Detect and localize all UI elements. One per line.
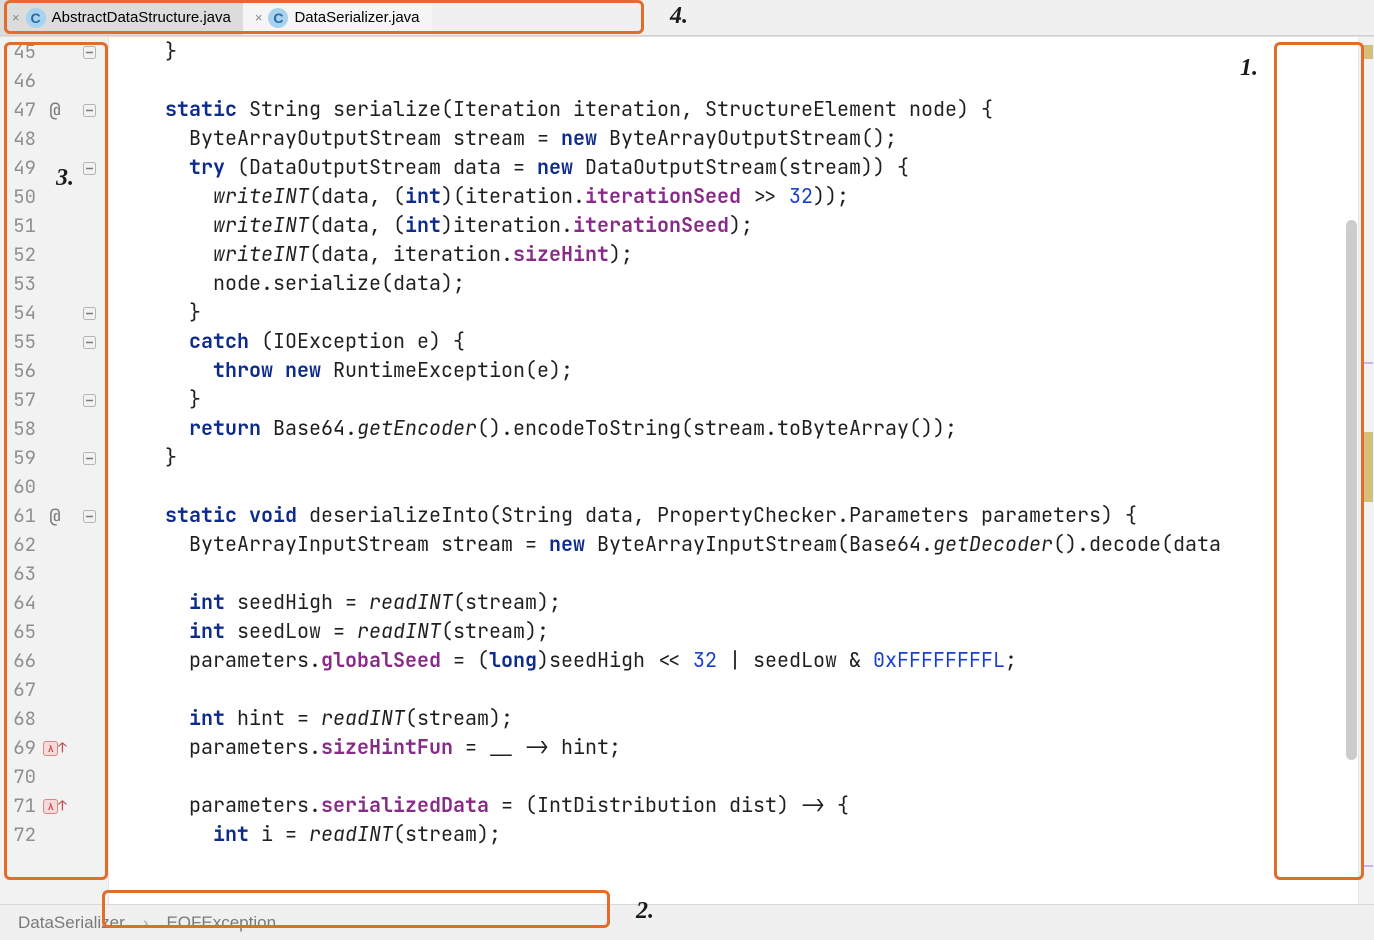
line-number: 59 xyxy=(6,443,36,472)
vertical-scrollbar-thumb[interactable] xyxy=(1346,220,1357,760)
tab-label: AbstractDataStructure.java xyxy=(52,9,231,26)
fold-toggle-icon[interactable] xyxy=(83,501,96,530)
line-number: 47 xyxy=(6,95,36,124)
stripe-warning-marker[interactable] xyxy=(1361,432,1373,502)
code-line[interactable]: } xyxy=(117,298,1358,327)
code-line[interactable]: int seedHigh = readINT(stream); xyxy=(117,588,1358,617)
code-line[interactable]: } xyxy=(117,443,1358,472)
chevron-right-icon: › xyxy=(143,913,149,933)
fold-toggle-icon[interactable] xyxy=(83,37,96,66)
breadcrumbs-bar[interactable]: DataSerializer › EOFException xyxy=(0,904,1374,940)
line-number: 71 xyxy=(6,791,36,820)
line-number: 61 xyxy=(6,501,36,530)
code-line[interactable] xyxy=(117,675,1358,704)
code-line[interactable]: throw new RuntimeException(e); xyxy=(117,356,1358,385)
line-number: 55 xyxy=(6,327,36,356)
line-number: 67 xyxy=(6,675,36,704)
line-number: 46 xyxy=(6,66,36,95)
line-number: 60 xyxy=(6,472,36,501)
fold-toggle-icon[interactable] xyxy=(83,443,96,472)
code-line[interactable]: writeINT(data, (int)(iteration.iteration… xyxy=(117,182,1358,211)
gutter-annotation-icon: @ xyxy=(49,501,60,530)
line-number: 70 xyxy=(6,762,36,791)
code-line[interactable]: node.serialize(data); xyxy=(117,269,1358,298)
line-number: 53 xyxy=(6,269,36,298)
line-numbers: 4546474849505152535455565758596061626364… xyxy=(0,37,40,904)
line-number: 50 xyxy=(6,182,36,211)
code-line[interactable]: parameters.sizeHintFun = __ -> hint; xyxy=(117,733,1358,762)
line-number: 64 xyxy=(6,588,36,617)
gutter-annotation-icon: @ xyxy=(49,95,60,124)
code-line[interactable] xyxy=(117,762,1358,791)
line-number: 58 xyxy=(6,414,36,443)
class-icon: C xyxy=(26,8,46,28)
code-line[interactable]: int seedLow = readINT(stream); xyxy=(117,617,1358,646)
code-area[interactable]: } static String serialize(Iteration iter… xyxy=(109,37,1358,904)
fold-toggle-icon[interactable] xyxy=(83,385,96,414)
code-line[interactable] xyxy=(117,559,1358,588)
line-number: 72 xyxy=(6,820,36,849)
editor-tabs-bar: × C AbstractDataStructure.java × C DataSerial… xyxy=(0,0,1374,36)
error-stripe[interactable] xyxy=(1358,37,1374,904)
line-number: 65 xyxy=(6,617,36,646)
fold-toggle-icon[interactable] xyxy=(83,95,96,124)
code-line[interactable]: writeINT(data, iteration.sizeHint); xyxy=(117,240,1358,269)
code-line[interactable]: static void deserializeInto(String data,… xyxy=(117,501,1358,530)
code-line[interactable]: int i = readINT(stream); xyxy=(117,820,1358,849)
line-number: 68 xyxy=(6,704,36,733)
editor-tab[interactable]: × C AbstractDataStructure.java xyxy=(0,0,243,35)
code-line[interactable] xyxy=(117,66,1358,95)
line-number: 51 xyxy=(6,211,36,240)
code-line[interactable]: parameters.globalSeed = (long)seedHigh <… xyxy=(117,646,1358,675)
code-line[interactable] xyxy=(117,472,1358,501)
code-line[interactable]: parameters.serializedData = (IntDistribu… xyxy=(117,791,1358,820)
close-icon[interactable]: × xyxy=(255,10,263,25)
class-icon: C xyxy=(268,8,288,28)
code-line[interactable]: } xyxy=(117,37,1358,66)
line-number: 52 xyxy=(6,240,36,269)
line-number: 57 xyxy=(6,385,36,414)
stripe-separator-marker[interactable] xyxy=(1361,362,1373,364)
code-line[interactable]: try (DataOutputStream data = new DataOut… xyxy=(117,153,1358,182)
gutter[interactable]: 4546474849505152535455565758596061626364… xyxy=(0,37,109,904)
fold-toggle-icon[interactable] xyxy=(83,298,96,327)
line-number: 56 xyxy=(6,356,36,385)
fold-toggle-icon[interactable] xyxy=(83,153,96,182)
line-number: 54 xyxy=(6,298,36,327)
stripe-separator-marker[interactable] xyxy=(1361,865,1373,867)
line-number: 63 xyxy=(6,559,36,588)
code-line[interactable]: ByteArrayOutputStream stream = new ByteA… xyxy=(117,124,1358,153)
line-number: 48 xyxy=(6,124,36,153)
gutter-fold-region[interactable] xyxy=(70,37,108,904)
editor-container: 4546474849505152535455565758596061626364… xyxy=(0,36,1374,904)
code-line[interactable]: writeINT(data, (int)iteration.iterationS… xyxy=(117,211,1358,240)
gutter-annotations: @ @ λ↑ λ↑ xyxy=(40,37,70,904)
gutter-lambda-icon: λ↑ xyxy=(43,733,66,762)
code-line[interactable]: int hint = readINT(stream); xyxy=(117,704,1358,733)
tab-label: DataSerializer.java xyxy=(294,9,419,26)
gutter-lambda-icon: λ↑ xyxy=(43,791,66,820)
editor-tab[interactable]: × C DataSerializer.java xyxy=(243,0,432,35)
fold-toggle-icon[interactable] xyxy=(83,327,96,356)
stripe-warning-marker[interactable] xyxy=(1361,45,1373,59)
line-number: 62 xyxy=(6,530,36,559)
breadcrumb-item[interactable]: DataSerializer xyxy=(18,913,125,933)
line-number: 69 xyxy=(6,733,36,762)
code-line[interactable]: static String serialize(Iteration iterat… xyxy=(117,95,1358,124)
line-number: 45 xyxy=(6,37,36,66)
line-number: 49 xyxy=(6,153,36,182)
code-line[interactable]: return Base64.getEncoder().encodeToStrin… xyxy=(117,414,1358,443)
breadcrumb-item[interactable]: EOFException xyxy=(166,913,276,933)
code-line[interactable]: } xyxy=(117,385,1358,414)
close-icon[interactable]: × xyxy=(12,10,20,25)
code-line[interactable]: catch (IOException e) { xyxy=(117,327,1358,356)
line-number: 66 xyxy=(6,646,36,675)
code-line[interactable]: ByteArrayInputStream stream = new ByteAr… xyxy=(117,530,1358,559)
